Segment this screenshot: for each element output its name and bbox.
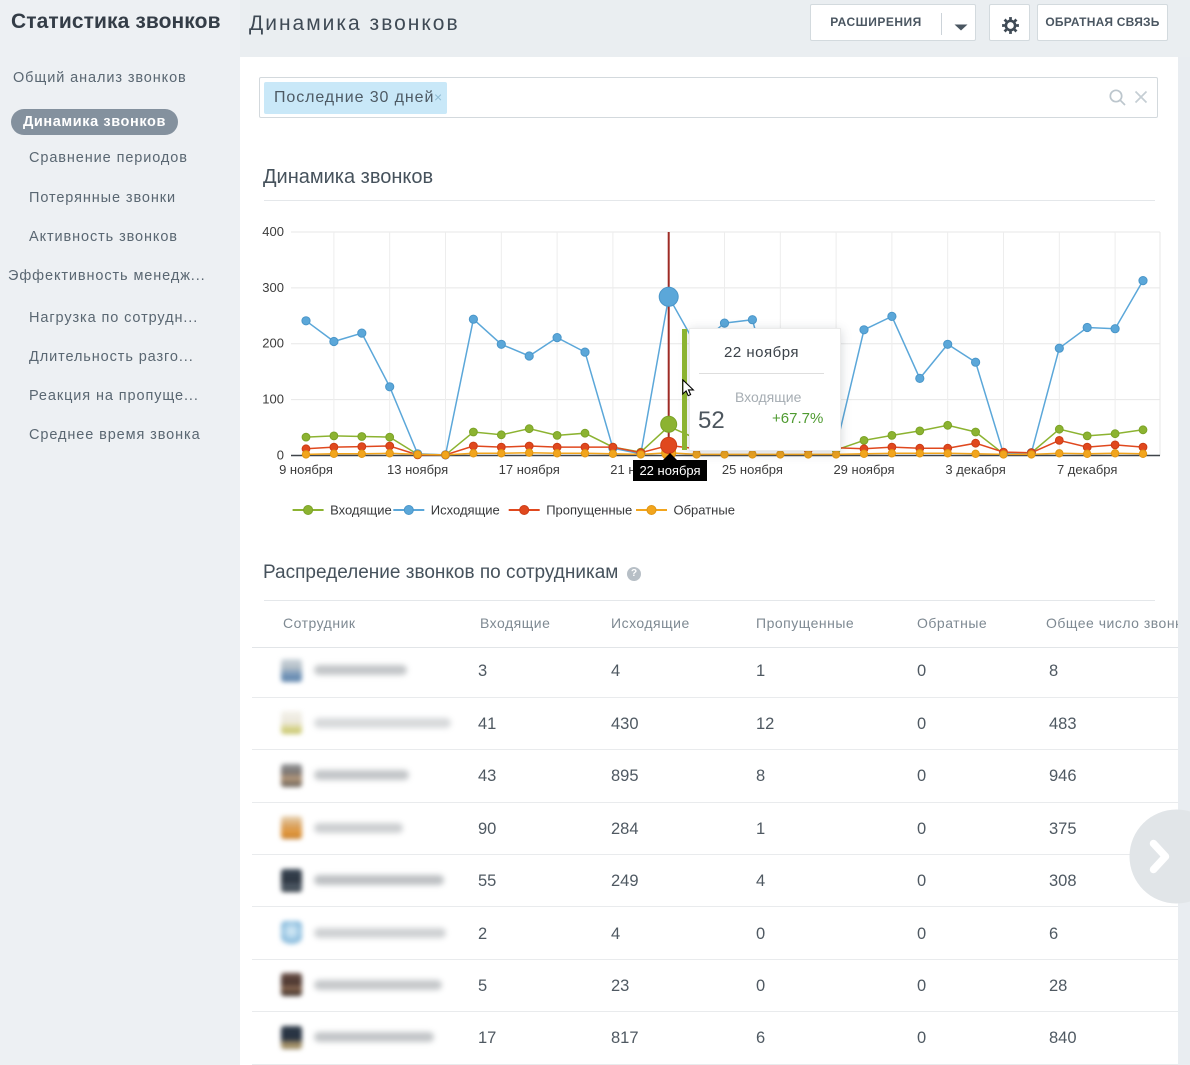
- svg-text:17 ноября: 17 ноября: [499, 462, 560, 477]
- svg-text:400: 400: [262, 224, 284, 239]
- svg-text:100: 100: [262, 392, 284, 407]
- svg-text:Пропущенные: Пропущенные: [546, 503, 632, 518]
- svg-text:Исходящие: Исходящие: [431, 503, 500, 518]
- svg-text:200: 200: [262, 336, 284, 351]
- svg-text:300: 300: [262, 280, 284, 295]
- svg-text:9 ноября: 9 ноября: [279, 462, 333, 477]
- svg-text:Входящие: Входящие: [330, 503, 392, 518]
- svg-text:7 декабря: 7 декабря: [1057, 462, 1117, 477]
- svg-text:3 декабря: 3 декабря: [945, 462, 1005, 477]
- svg-text:0: 0: [277, 447, 284, 462]
- svg-text:29 ноября: 29 ноября: [833, 462, 894, 477]
- svg-text:25 ноября: 25 ноября: [722, 462, 783, 477]
- svg-text:Обратные: Обратные: [674, 503, 735, 518]
- svg-text:13 ноября: 13 ноября: [387, 462, 448, 477]
